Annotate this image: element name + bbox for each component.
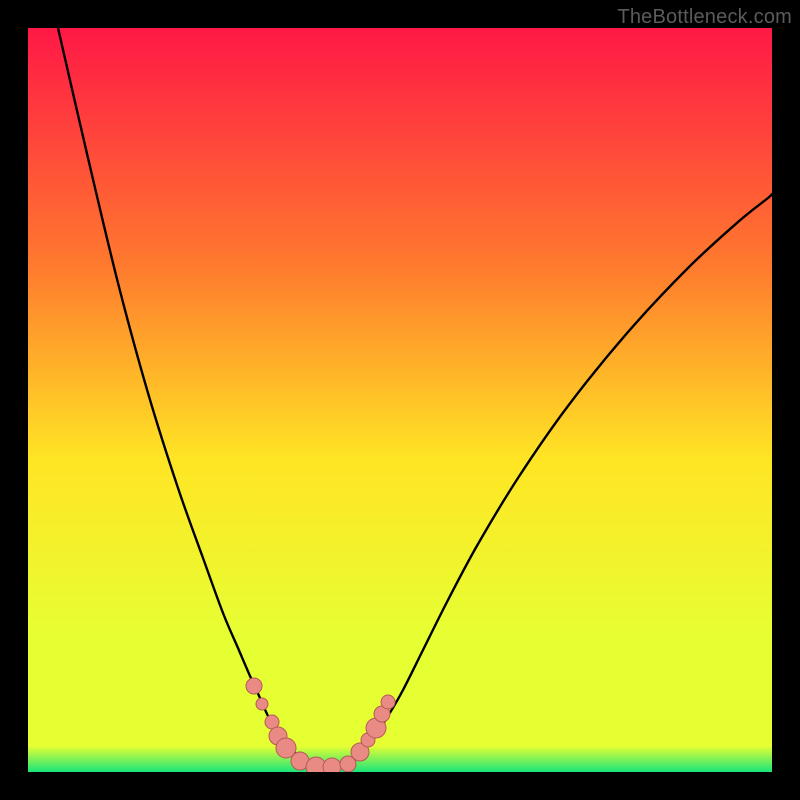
data-point <box>256 698 268 710</box>
gradient-background <box>28 28 772 772</box>
data-point <box>246 678 262 694</box>
chart-frame: TheBottleneck.com <box>0 0 800 800</box>
watermark-label: TheBottleneck.com <box>617 6 792 29</box>
chart-svg <box>28 28 772 772</box>
chart-plot-area <box>28 28 772 772</box>
data-point <box>323 758 341 772</box>
data-point <box>381 695 395 709</box>
